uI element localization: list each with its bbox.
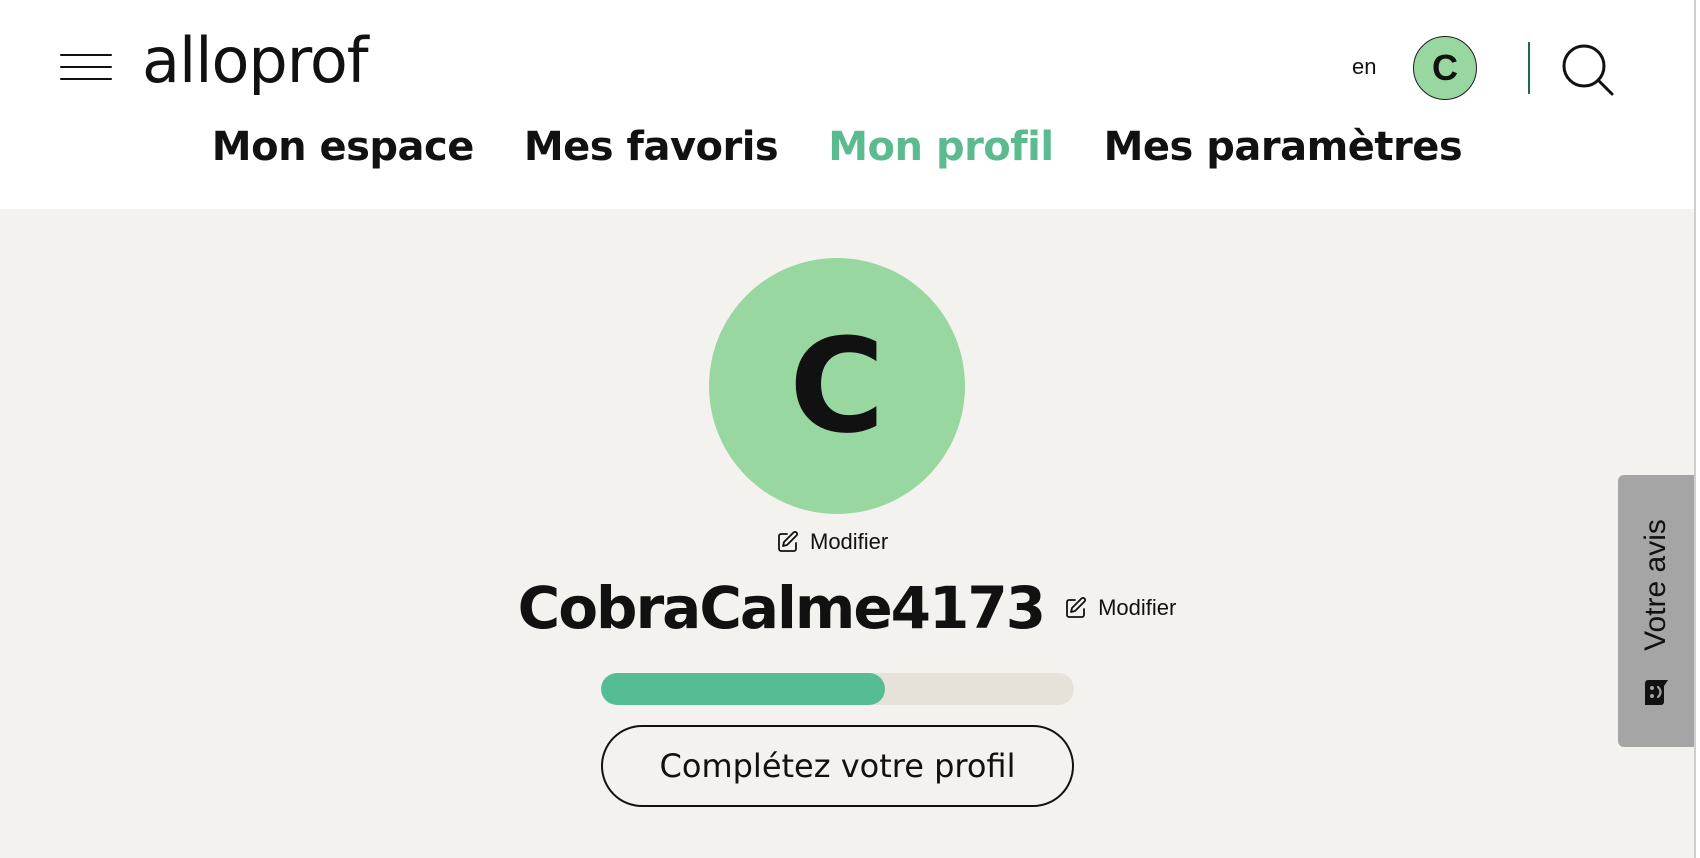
- page: alloprof en C Mon espace Mes favoris Mon…: [0, 0, 1694, 858]
- pencil-square-icon: [1066, 597, 1087, 618]
- user-avatar-button[interactable]: C: [1413, 36, 1477, 100]
- edit-avatar-label: Modifier: [810, 529, 889, 554]
- edit-avatar-button[interactable]: Modifier: [776, 529, 888, 555]
- username: CobraCalme4173: [517, 574, 1046, 642]
- search-icon[interactable]: [1560, 42, 1616, 98]
- nav-mes-parametres[interactable]: Mes paramètres: [1104, 124, 1463, 184]
- nav-mon-espace[interactable]: Mon espace: [212, 124, 475, 184]
- username-row: CobraCalme4173 Modifier: [0, 574, 1694, 642]
- window-edge: [1694, 0, 1700, 858]
- pencil-square-icon: [778, 531, 798, 552]
- profile-main: C Modifier CobraCalme4173 Modifier Compl…: [0, 209, 1694, 858]
- nav-mon-profil[interactable]: Mon profil: [828, 124, 1054, 184]
- smiley-chat-icon: [1645, 680, 1668, 705]
- profile-avatar: C: [709, 258, 965, 514]
- hamburger-menu-icon[interactable]: [60, 52, 112, 82]
- edit-username-button[interactable]: Modifier: [1064, 595, 1176, 621]
- alloprof-logo[interactable]: alloprof: [142, 32, 400, 98]
- complete-profile-button[interactable]: Complétez votre profil: [601, 725, 1074, 807]
- feedback-tab[interactable]: Votre avis: [1618, 475, 1694, 747]
- feedback-label: Votre avis: [1639, 519, 1672, 651]
- edit-username-label: Modifier: [1098, 595, 1177, 620]
- profile-completion-fill: [601, 673, 885, 705]
- site-header: alloprof en C Mon espace Mes favoris Mon…: [0, 0, 1694, 209]
- profile-completion-progress: [601, 673, 1074, 705]
- header-divider: [1528, 42, 1530, 94]
- profile-nav: Mon espace Mes favoris Mon profil Mes pa…: [0, 124, 1694, 184]
- logo-text: alloprof: [142, 32, 371, 97]
- language-toggle-link[interactable]: en: [1352, 54, 1376, 80]
- nav-mes-favoris[interactable]: Mes favoris: [524, 124, 779, 184]
